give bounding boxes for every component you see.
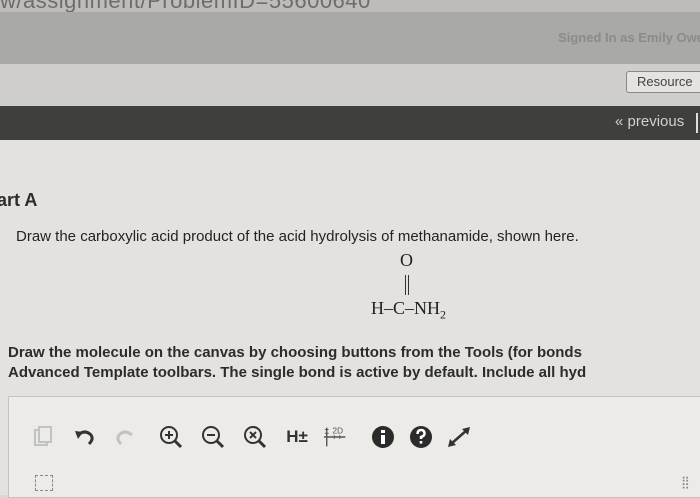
double-bond-line (405, 275, 406, 295)
formula-main: H–C–NH (371, 298, 441, 318)
drawing-editor[interactable]: H± 2D ⣿ (8, 396, 700, 498)
nav-divider (696, 113, 698, 133)
editor-toolbar: H± 2D (29, 423, 509, 457)
url-strip: w/assignment/ProblemID=55600640 (0, 0, 700, 12)
formula-subscript: 2 (440, 307, 447, 322)
signed-in-label: Signed In as Emily Owe (558, 30, 700, 45)
resources-button[interactable]: Resource (626, 71, 700, 93)
molecule-formula: H–C–NH2 (371, 298, 446, 323)
breadcrumb: w/assignment/ProblemID=55600640 (0, 0, 371, 12)
zoom-in-icon[interactable] (157, 423, 185, 451)
undo-icon[interactable] (71, 423, 99, 451)
methanamide-structure: O H–C–NH2 (365, 250, 475, 323)
canvas-corner-marker (35, 475, 53, 491)
info-icon[interactable] (369, 423, 397, 451)
redo-icon[interactable] (111, 423, 139, 451)
header-bar: Signed In as Emily Owe (0, 12, 700, 64)
nav-bar: « previous (0, 106, 700, 140)
instructions-line-2: Advanced Template toolbars. The single b… (8, 364, 587, 381)
previous-link[interactable]: « previous (615, 113, 684, 130)
oxygen-atom: O (400, 250, 413, 270)
instructions-line-1: Draw the molecule on the canvas by choos… (8, 344, 582, 361)
2d-label: 2D (332, 425, 343, 435)
resize-grip-icon[interactable]: ⣿ (681, 475, 693, 489)
problem-content: art A Draw the carboxylic acid product o… (0, 140, 700, 498)
part-title: art A (0, 190, 38, 210)
instructions: Draw the molecule on the canvas by choos… (8, 343, 586, 383)
hydrogen-toggle[interactable]: H± (283, 423, 311, 451)
reset-zoom-icon[interactable] (241, 423, 269, 451)
2d-clean-icon[interactable]: 2D (323, 423, 351, 451)
double-bond-line (408, 275, 409, 295)
expand-icon[interactable] (445, 423, 473, 451)
help-icon[interactable] (407, 423, 435, 451)
question-text: Draw the carboxylic acid product of the … (16, 228, 579, 245)
zoom-out-icon[interactable] (199, 423, 227, 451)
resources-bar: Resource (0, 64, 700, 106)
copy-icon[interactable] (29, 423, 57, 451)
